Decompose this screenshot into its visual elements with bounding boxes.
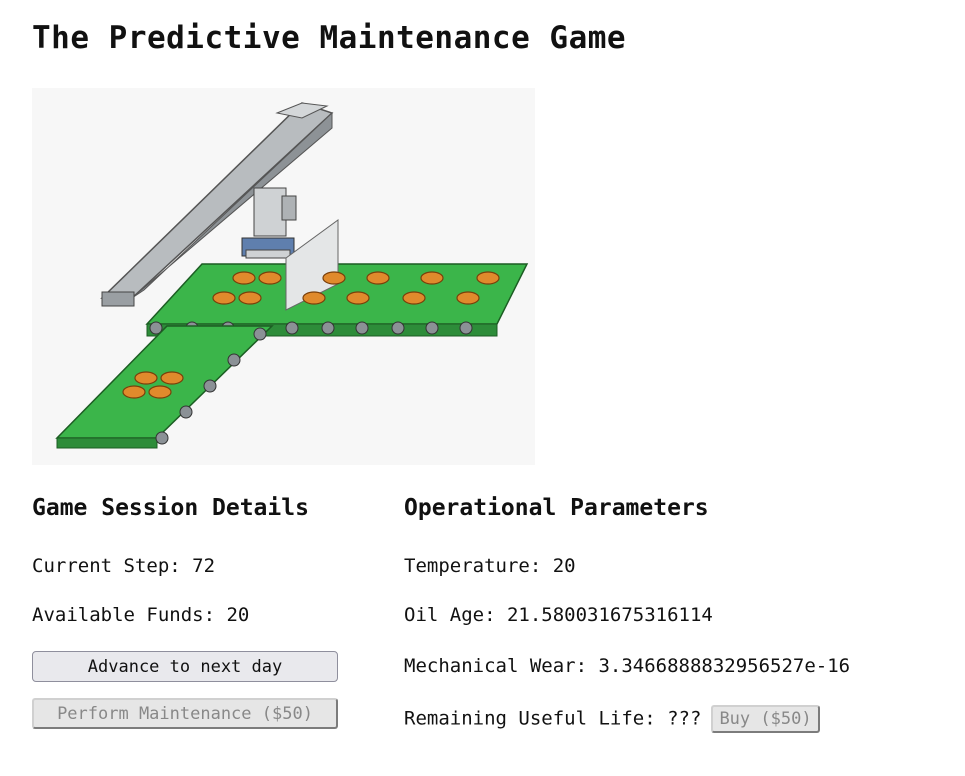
- temperature-value: 20: [552, 555, 576, 577]
- available-funds-value: 20: [226, 604, 250, 626]
- oil-age-row: Oil Age: 21.580031675316114: [404, 603, 713, 627]
- temperature-label: Temperature:: [404, 555, 553, 577]
- temperature-row: Temperature: 20: [404, 554, 576, 578]
- parameters-heading: Operational Parameters: [404, 495, 709, 521]
- buy-rul-button[interactable]: Buy ($50): [711, 705, 820, 733]
- remaining-useful-life-label: Remaining Useful Life:: [404, 707, 668, 730]
- remaining-useful-life-row: Remaining Useful Life: ??? Buy ($50): [404, 705, 820, 733]
- current-step-value: 72: [192, 555, 216, 577]
- perform-maintenance-button[interactable]: Perform Maintenance ($50): [32, 698, 338, 729]
- available-funds-label: Available Funds:: [32, 604, 227, 626]
- mechanical-wear-value: 3.3466888832956527e-16: [598, 655, 851, 677]
- remaining-useful-life-value: ???: [667, 707, 702, 730]
- oil-age-value: 21.580031675316114: [506, 604, 713, 626]
- current-step-label: Current Step:: [32, 555, 193, 577]
- operational-parameters-panel: Operational Parameters Temperature: 20 O…: [404, 490, 944, 733]
- current-step-row: Current Step: 72: [32, 554, 215, 578]
- conveyor-illustration-icon: [55, 102, 529, 449]
- advance-day-button[interactable]: Advance to next day: [32, 651, 338, 682]
- mechanical-wear-label: Mechanical Wear:: [404, 655, 599, 677]
- available-funds-row: Available Funds: 20: [32, 603, 249, 627]
- oil-age-label: Oil Age:: [404, 604, 507, 626]
- page-title: The Predictive Maintenance Game: [32, 20, 627, 56]
- game-session-panel: Game Session Details Current Step: 72 Av…: [32, 490, 352, 729]
- conveyor-scene-image: [32, 88, 535, 465]
- session-heading: Game Session Details: [32, 495, 309, 521]
- mechanical-wear-row: Mechanical Wear: 3.3466888832956527e-16: [404, 654, 850, 678]
